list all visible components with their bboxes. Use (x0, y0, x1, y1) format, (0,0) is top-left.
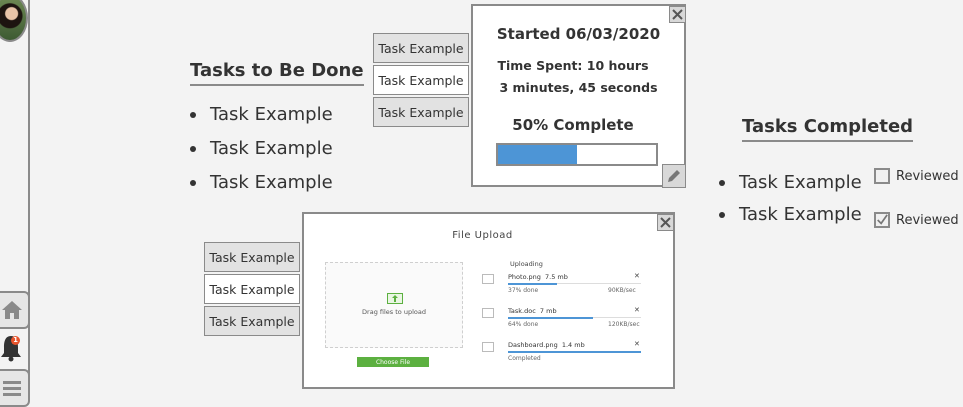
file-upload-card: File Upload Drag files to upload Choose … (302, 212, 675, 389)
file-progress-fill (508, 350, 641, 353)
todo-task-item[interactable]: Task Example (190, 172, 333, 206)
file-upload-title: File Upload (452, 230, 513, 241)
home-icon (2, 301, 22, 319)
notification-count-badge: 1 (11, 336, 20, 345)
timer-start-date: Started 06/03/2020 (496, 25, 661, 43)
timer-task-tab[interactable]: Task Example (373, 33, 469, 63)
upload-file-row: Task.doc 7 mb ✕ 64% done 120KB/sec (480, 300, 642, 338)
file-rate: 120KB/sec (608, 321, 640, 328)
reviewed-toggle[interactable]: Reviewed (874, 212, 959, 228)
file-progress-fill (508, 316, 594, 319)
file-rate: 90KB/sec (608, 287, 636, 294)
timer-task-tab[interactable]: Task Example (373, 97, 469, 127)
cancel-upload-icon[interactable]: ✕ (634, 340, 640, 348)
reviewed-checkbox-checked[interactable] (874, 212, 890, 228)
task-timer-card: Started 06/03/2020 Time Spent: 10 hours … (471, 4, 686, 188)
cancel-upload-icon[interactable]: ✕ (634, 306, 640, 314)
upload-close-button[interactable] (657, 214, 674, 231)
menu-button[interactable] (0, 369, 30, 407)
file-status: Completed (508, 355, 541, 362)
completed-task-list: Task Example Task Example (719, 172, 862, 236)
file-name-size: Photo.png 7.5 mb (508, 273, 568, 281)
home-button[interactable] (0, 291, 30, 329)
pencil-icon (668, 170, 680, 182)
upload-task-tab-active[interactable]: Task Example (204, 274, 300, 304)
file-status: 64% done (508, 321, 539, 328)
cancel-upload-icon[interactable]: ✕ (634, 272, 640, 280)
upload-file-row: Dashboard.png 1.4 mb ✕ Completed (480, 334, 642, 372)
document-file-icon (482, 308, 494, 318)
tasks-completed-heading: Tasks Completed (742, 116, 914, 142)
image-file-icon (482, 274, 494, 284)
choose-file-button[interactable]: Choose File (357, 357, 429, 367)
completed-task-item[interactable]: Task Example (719, 172, 862, 204)
timer-task-tab-active[interactable]: Task Example (373, 65, 469, 95)
reviewed-label: Reviewed (896, 212, 959, 228)
file-progress-bar (508, 316, 641, 319)
reviewed-toggle[interactable]: Reviewed (874, 168, 959, 184)
todo-task-item[interactable]: Task Example (190, 138, 333, 172)
close-icon (660, 217, 671, 228)
todo-task-list: Task Example Task Example Task Example (190, 104, 333, 206)
completed-task-item[interactable]: Task Example (719, 204, 862, 236)
image-file-icon (482, 342, 494, 352)
time-spent-line1: Time Spent: 10 hours (497, 58, 649, 73)
file-name-size: Task.doc 7 mb (508, 307, 557, 315)
hamburger-menu-icon (3, 381, 21, 396)
drop-zone[interactable]: Drag files to upload (325, 262, 463, 348)
file-progress-bar (508, 350, 641, 353)
reviewed-checkbox[interactable] (874, 168, 890, 184)
checkmark-icon (877, 214, 888, 225)
drop-zone-text: Drag files to upload (362, 308, 426, 316)
reviewed-label: Reviewed (896, 168, 959, 184)
timer-close-button[interactable] (669, 6, 686, 23)
file-name-size: Dashboard.png 1.4 mb (508, 341, 585, 349)
close-icon (672, 9, 683, 20)
edit-button[interactable] (662, 164, 686, 188)
tasks-to-be-done-heading: Tasks to Be Done (190, 60, 364, 86)
upload-task-tab[interactable]: Task Example (204, 242, 300, 272)
time-spent-line2: 3 minutes, 45 seconds (499, 80, 658, 95)
upload-file-row: Photo.png 7.5 mb ✕ 37% done 90KB/sec (480, 266, 642, 304)
file-progress-fill (508, 282, 558, 285)
upload-arrow-icon (387, 293, 403, 304)
file-progress-bar (508, 282, 641, 285)
percent-complete-label: 50% Complete (512, 116, 634, 134)
upload-task-tab[interactable]: Task Example (204, 306, 300, 336)
todo-task-item[interactable]: Task Example (190, 104, 333, 138)
task-progress-fill (498, 145, 577, 164)
task-progress-bar (496, 143, 658, 166)
file-status: 37% done (508, 287, 539, 294)
